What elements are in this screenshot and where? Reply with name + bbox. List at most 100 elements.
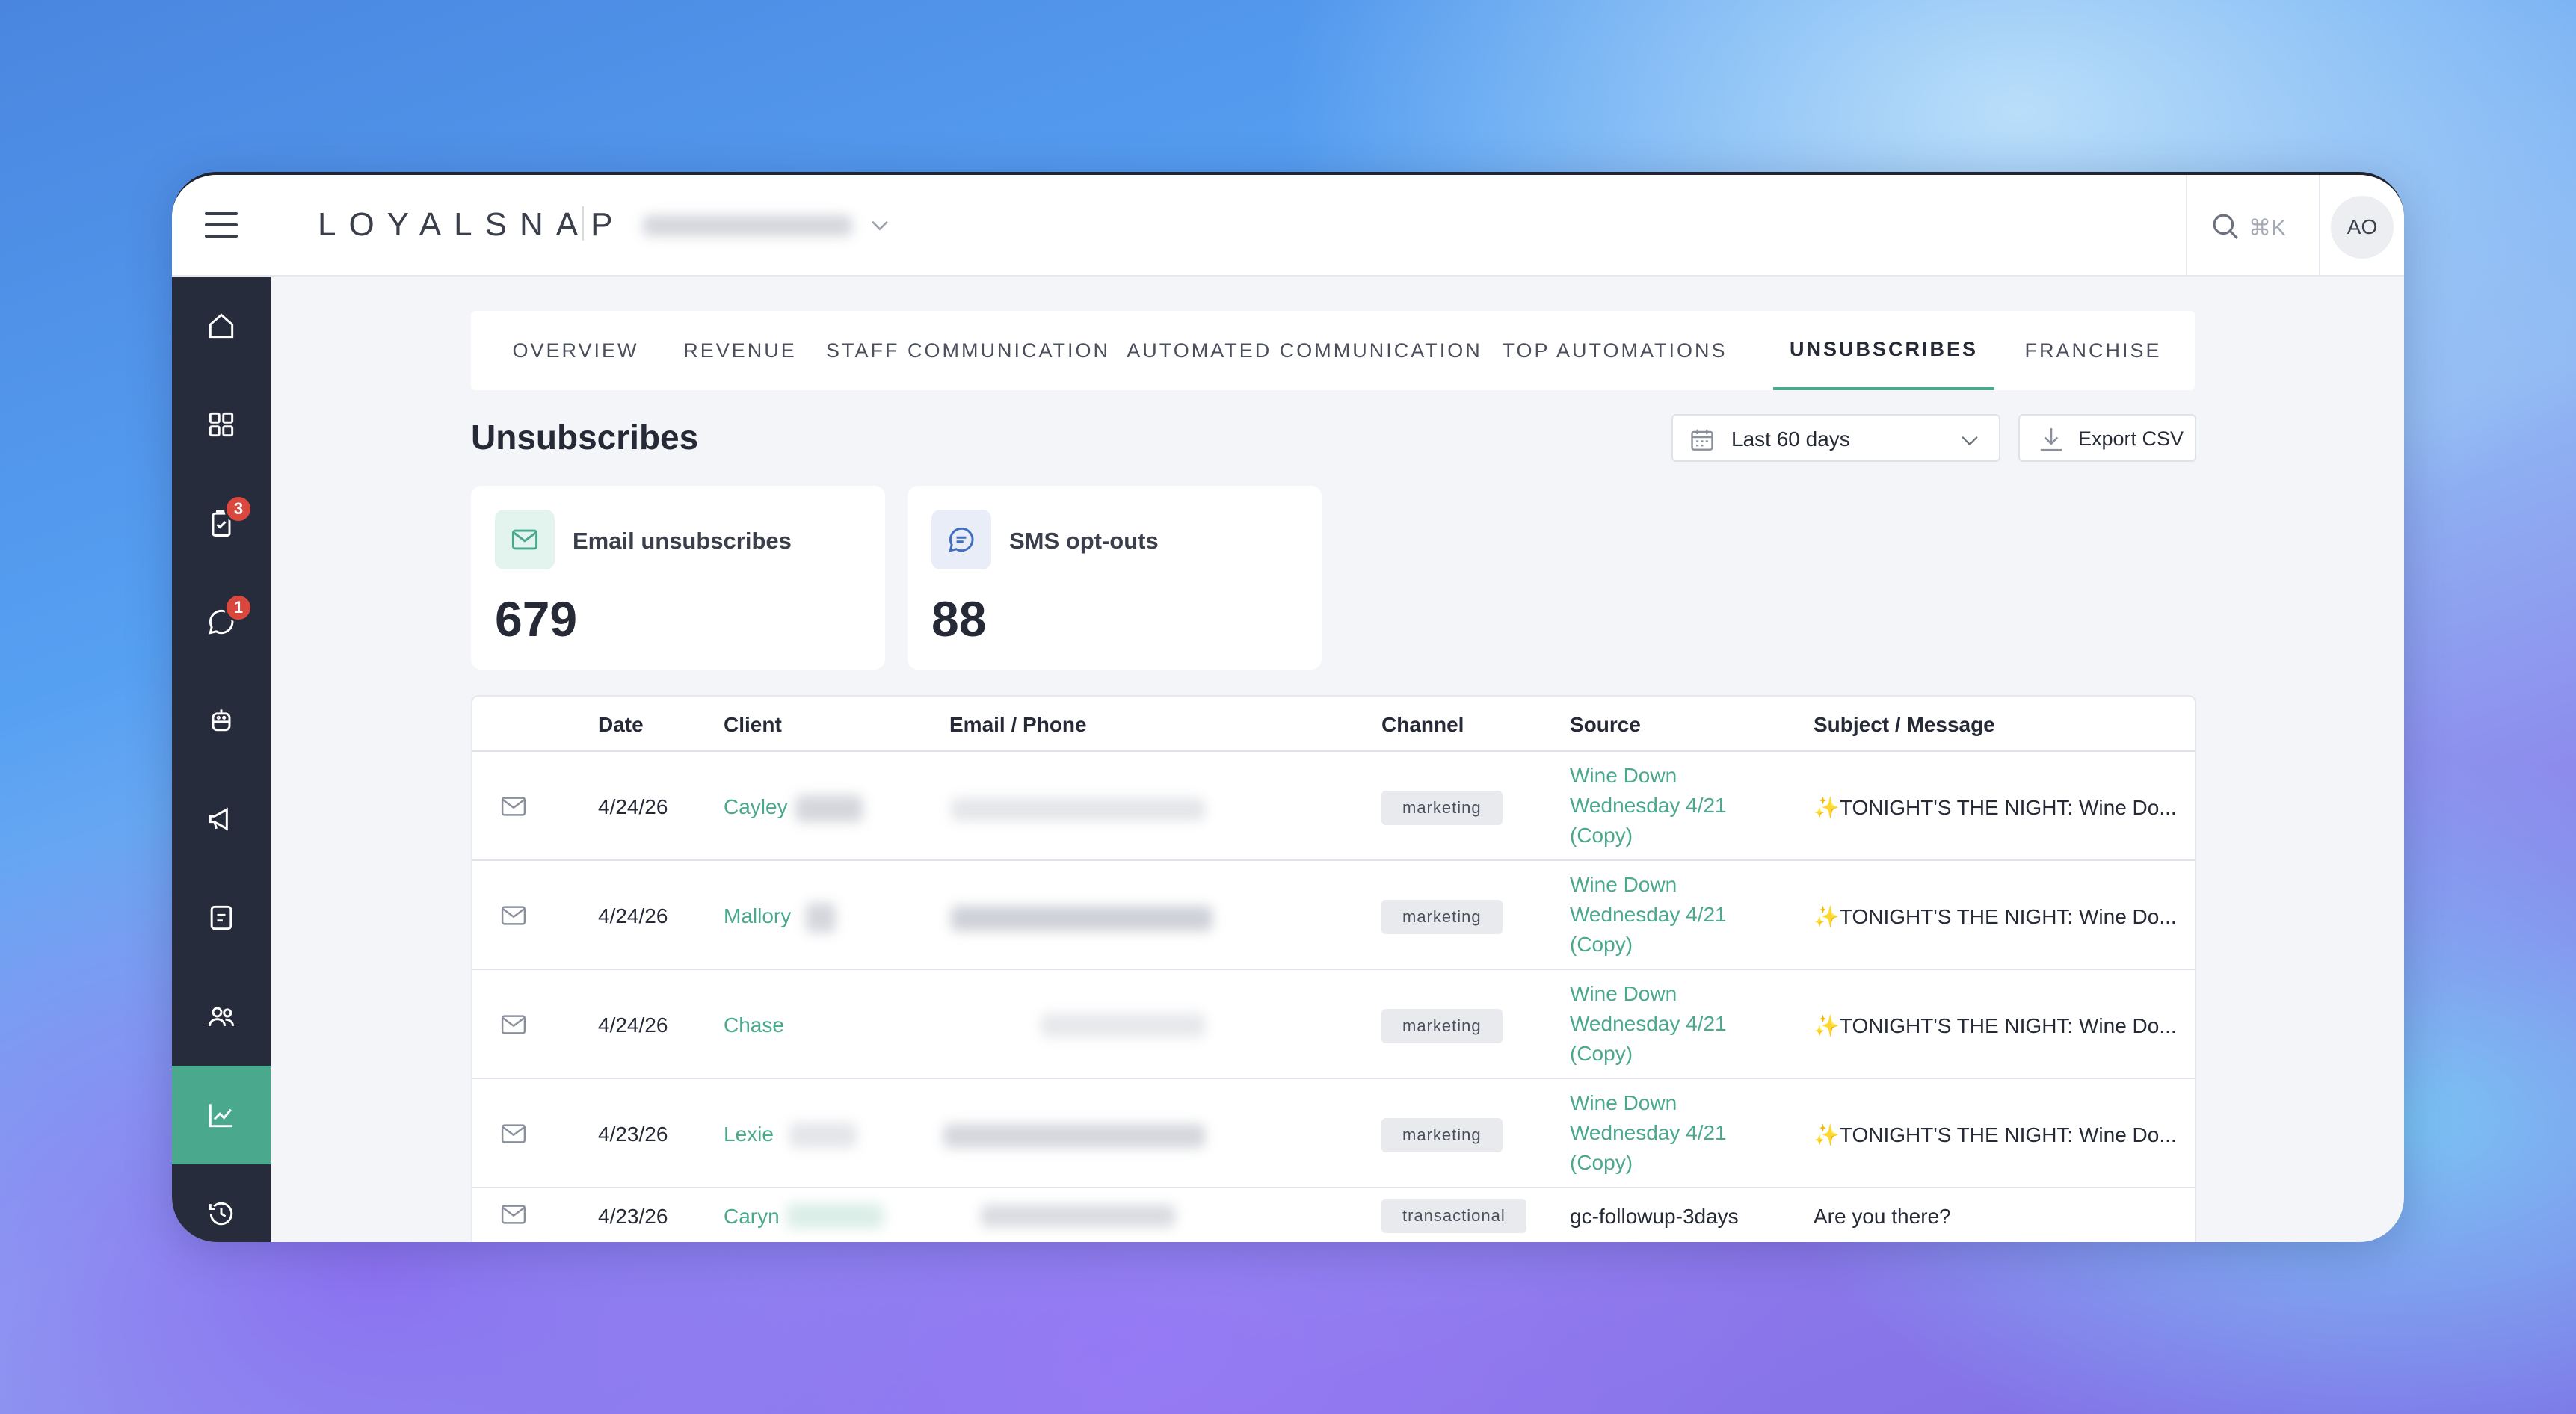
- table-row[interactable]: 4/23/26 Lexie marketing Wine Down Wednes…: [472, 1079, 2195, 1188]
- date-range-label: Last 60 days: [1731, 427, 1850, 451]
- row-date: 4/24/26: [598, 795, 668, 818]
- column-header-client[interactable]: Client: [724, 713, 782, 737]
- mail-icon: [501, 1015, 526, 1034]
- sidebar-item-campaigns[interactable]: [172, 770, 271, 868]
- grid-icon: [209, 412, 234, 437]
- chevron-down-icon: [872, 220, 888, 231]
- channel-badge: marketing: [1381, 791, 1503, 825]
- row-client-link[interactable]: Caryn: [724, 1205, 780, 1229]
- location-selector[interactable]: [635, 209, 905, 242]
- tasks-badge: 3: [224, 495, 253, 523]
- column-header-source[interactable]: Source: [1570, 713, 1641, 737]
- user-avatar[interactable]: AO: [2331, 196, 2394, 259]
- sidebar-item-dashboard[interactable]: [172, 375, 271, 474]
- stat-card-email-unsubscribes: Email unsubscribes 679: [471, 486, 885, 670]
- sidebar-item-tasks[interactable]: 3: [172, 474, 271, 572]
- column-header-date[interactable]: Date: [598, 713, 644, 737]
- channel-badge: marketing: [1381, 1009, 1503, 1043]
- stat-label: Email unsubscribes: [573, 528, 792, 554]
- row-source-link[interactable]: Wine Down Wednesday 4/21 (Copy): [1570, 761, 1764, 850]
- sparkle-icon: ✨: [1814, 796, 1840, 819]
- search-shortcut: ⌘K: [2249, 216, 2287, 241]
- sidebar-item-home[interactable]: [172, 277, 271, 375]
- row-source-link[interactable]: Wine Down Wednesday 4/21 (Copy): [1570, 1088, 1764, 1178]
- history-icon: [209, 1202, 233, 1226]
- messages-badge: 1: [224, 593, 253, 622]
- row-client-link[interactable]: Cayley: [724, 795, 788, 819]
- table-row[interactable]: 4/24/26 Cayley marketing Wine Down Wedne…: [472, 752, 2195, 861]
- client-lastname-redacted: [806, 903, 836, 933]
- search-icon: [2213, 214, 2238, 239]
- search-button[interactable]: ⌘K: [2202, 205, 2292, 247]
- sparkle-icon: ✨: [1814, 1014, 1840, 1037]
- mail-icon: [501, 1205, 526, 1224]
- tab-unsubscribes[interactable]: UNSUBSCRIBES: [1773, 311, 1994, 390]
- table-row[interactable]: 4/23/26 Caryn transactional gc-followup-…: [472, 1188, 2195, 1242]
- tab-franchise[interactable]: FRANCHISE: [2011, 311, 2175, 390]
- tab-revenue[interactable]: REVENUE: [673, 311, 807, 390]
- channel-badge: marketing: [1381, 900, 1503, 934]
- row-client-link[interactable]: Lexie: [724, 1123, 774, 1146]
- sidebar-item-messages[interactable]: 1: [172, 572, 271, 671]
- row-subject: ✨TONIGHT'S THE NIGHT: Wine Do...: [1814, 1014, 2177, 1037]
- row-source[interactable]: gc-followup-3days: [1570, 1205, 1739, 1229]
- row-date: 4/24/26: [598, 904, 668, 927]
- mail-icon: [501, 797, 526, 816]
- tab-automated-communication[interactable]: AUTOMATED COMMUNICATION: [1127, 311, 1480, 390]
- stat-label: SMS opt-outs: [1009, 528, 1159, 554]
- users-icon: [208, 1007, 235, 1026]
- column-header-subject[interactable]: Subject / Message: [1814, 713, 1995, 737]
- chevron-down-icon: [1962, 436, 1978, 446]
- row-client-link[interactable]: Mallory: [724, 904, 791, 928]
- row-source-link[interactable]: Wine Down Wednesday 4/21 (Copy): [1570, 979, 1764, 1069]
- sidebar-item-automations[interactable]: [172, 671, 271, 770]
- sparkle-icon: ✨: [1814, 905, 1840, 928]
- download-icon: [2040, 428, 2062, 451]
- avatar-divider: [2319, 175, 2320, 277]
- menu-icon[interactable]: [205, 212, 238, 238]
- chart-line-icon: [209, 1104, 232, 1128]
- email-redacted: [951, 906, 1212, 931]
- tab-overview[interactable]: OVERVIEW: [493, 311, 658, 390]
- sparkle-icon: ✨: [1814, 1123, 1840, 1146]
- mail-icon: [501, 1124, 526, 1143]
- unsubscribes-table: Date Client Email / Phone Channel Source…: [471, 695, 2196, 1242]
- mail-icon: [495, 510, 555, 569]
- column-header-email-phone[interactable]: Email / Phone: [949, 713, 1087, 737]
- app-logo: LOYALSNAP: [318, 206, 626, 243]
- channel-badge: transactional: [1381, 1199, 1526, 1233]
- sidebar-item-reports[interactable]: [172, 1066, 271, 1164]
- email-redacted: [951, 798, 1205, 821]
- robot-icon: [212, 709, 231, 732]
- client-lastname-redacted: [789, 1123, 857, 1148]
- home-icon: [209, 313, 234, 339]
- tab-staff-communication[interactable]: STAFF COMMUNICATION: [822, 311, 1114, 390]
- page-title: Unsubscribes: [471, 418, 699, 457]
- email-redacted: [1041, 1013, 1205, 1037]
- sidebar-item-clients[interactable]: [172, 967, 271, 1066]
- stat-value: 679: [495, 591, 578, 646]
- stat-card-sms-opt-outs: SMS opt-outs 88: [908, 486, 1322, 670]
- column-header-channel[interactable]: Channel: [1381, 713, 1464, 737]
- table-row[interactable]: 4/24/26 Mallory marketing Wine Down Wedn…: [472, 861, 2195, 970]
- logo-divider: [582, 206, 584, 241]
- row-date: 4/23/26: [598, 1205, 668, 1228]
- table-row[interactable]: 4/24/26 Chase marketing Wine Down Wednes…: [472, 970, 2195, 1079]
- email-redacted: [943, 1124, 1205, 1148]
- tab-top-automations[interactable]: TOP AUTOMATIONS: [1495, 311, 1734, 390]
- sidebar-item-notes[interactable]: [172, 868, 271, 967]
- row-subject: Are you there?: [1814, 1205, 1951, 1228]
- row-source-link[interactable]: Wine Down Wednesday 4/21 (Copy): [1570, 870, 1764, 960]
- row-date: 4/23/26: [598, 1123, 668, 1146]
- location-name-redacted: [643, 215, 852, 236]
- stat-value: 88: [931, 591, 987, 646]
- date-range-select[interactable]: Last 60 days: [1671, 414, 2000, 462]
- sidebar-item-history[interactable]: [172, 1164, 271, 1242]
- export-csv-button[interactable]: Export CSV: [2018, 414, 2196, 462]
- row-date: 4/24/26: [598, 1013, 668, 1037]
- main-content: OVERVIEW REVENUE STAFF COMMUNICATION AUT…: [271, 277, 2404, 1242]
- email-redacted: [981, 1205, 1175, 1227]
- mail-icon: [501, 906, 526, 925]
- row-subject: ✨TONIGHT'S THE NIGHT: Wine Do...: [1814, 905, 2177, 928]
- row-client-link[interactable]: Chase: [724, 1013, 784, 1037]
